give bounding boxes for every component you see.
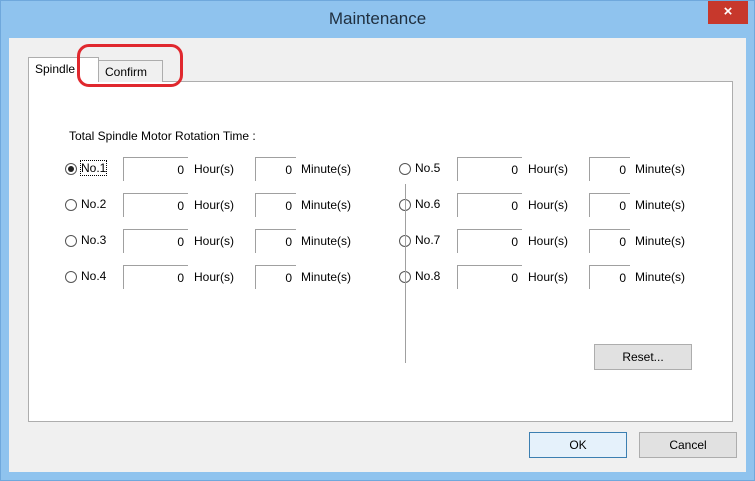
minutes-unit-label: Minute(s) bbox=[635, 162, 686, 176]
confirm-tab-highlight bbox=[77, 44, 183, 87]
spindle-2-hours-field[interactable]: 0 bbox=[123, 193, 188, 217]
ok-button[interactable]: OK bbox=[529, 432, 627, 458]
spindle-3-minutes-field[interactable]: 0 bbox=[255, 229, 296, 253]
spindle-6-label[interactable]: No.6 bbox=[415, 197, 440, 211]
hours-unit-label: Hour(s) bbox=[528, 270, 569, 284]
minutes-unit-label: Minute(s) bbox=[635, 198, 686, 212]
hours-unit-label: Hour(s) bbox=[528, 198, 569, 212]
spindle-3-radio[interactable] bbox=[65, 235, 77, 247]
spindle-1-label[interactable]: No.1 bbox=[79, 160, 108, 176]
spindle-6-minutes-field[interactable]: 0 bbox=[589, 193, 630, 217]
spindle-8-hours-field[interactable]: 0 bbox=[457, 265, 522, 289]
spindle-5-label[interactable]: No.5 bbox=[415, 161, 440, 175]
window-title: Maintenance bbox=[328, 9, 427, 28]
spindle-1-minutes-field[interactable]: 0 bbox=[255, 157, 296, 181]
spindle-1-hours-field[interactable]: 0 bbox=[123, 157, 188, 181]
hours-unit-label: Hour(s) bbox=[528, 234, 569, 248]
hours-unit-label: Hour(s) bbox=[194, 198, 235, 212]
spindle-4-radio[interactable] bbox=[65, 271, 77, 283]
spindle-5-minutes-field[interactable]: 0 bbox=[589, 157, 630, 181]
minutes-unit-label: Minute(s) bbox=[301, 234, 352, 248]
title-bar[interactable]: Maintenance × bbox=[1, 1, 754, 38]
hours-unit-label: Hour(s) bbox=[194, 270, 235, 284]
spindle-2-label[interactable]: No.2 bbox=[81, 197, 106, 211]
cancel-button[interactable]: Cancel bbox=[639, 432, 737, 458]
hours-unit-label: Hour(s) bbox=[528, 162, 569, 176]
spindle-4-minutes-field[interactable]: 0 bbox=[255, 265, 296, 289]
spindle-5-hours-field[interactable]: 0 bbox=[457, 157, 522, 181]
maintenance-window: Maintenance × Spindle Confirm Total Spin… bbox=[0, 0, 755, 481]
spindle-3-label[interactable]: No.3 bbox=[81, 233, 106, 247]
spindle-8-label[interactable]: No.8 bbox=[415, 269, 440, 283]
spindle-7-label[interactable]: No.7 bbox=[415, 233, 440, 247]
close-icon[interactable]: × bbox=[708, 1, 748, 24]
spindle-6-hours-field[interactable]: 0 bbox=[457, 193, 522, 217]
spindle-7-hours-field[interactable]: 0 bbox=[457, 229, 522, 253]
spindle-2-radio[interactable] bbox=[65, 199, 77, 211]
spindle-3-hours-field[interactable]: 0 bbox=[123, 229, 188, 253]
spindle-2-minutes-field[interactable]: 0 bbox=[255, 193, 296, 217]
spindle-8-minutes-field[interactable]: 0 bbox=[589, 265, 630, 289]
column-divider bbox=[405, 184, 406, 363]
minutes-unit-label: Minute(s) bbox=[301, 198, 352, 212]
spindle-panel: Total Spindle Motor Rotation Time : No.1… bbox=[28, 81, 733, 422]
dialog-client-area: Spindle Confirm Total Spindle Motor Rota… bbox=[9, 38, 746, 472]
hours-unit-label: Hour(s) bbox=[194, 234, 235, 248]
minutes-unit-label: Minute(s) bbox=[635, 270, 686, 284]
spindle-5-radio[interactable] bbox=[399, 163, 411, 175]
spindle-7-minutes-field[interactable]: 0 bbox=[589, 229, 630, 253]
spindle-1-radio[interactable] bbox=[65, 163, 77, 175]
panel-title: Total Spindle Motor Rotation Time : bbox=[69, 129, 256, 143]
hours-unit-label: Hour(s) bbox=[194, 162, 235, 176]
reset-button[interactable]: Reset... bbox=[594, 344, 692, 370]
minutes-unit-label: Minute(s) bbox=[635, 234, 686, 248]
spindle-4-label[interactable]: No.4 bbox=[81, 269, 106, 283]
minutes-unit-label: Minute(s) bbox=[301, 162, 352, 176]
minutes-unit-label: Minute(s) bbox=[301, 270, 352, 284]
spindle-4-hours-field[interactable]: 0 bbox=[123, 265, 188, 289]
